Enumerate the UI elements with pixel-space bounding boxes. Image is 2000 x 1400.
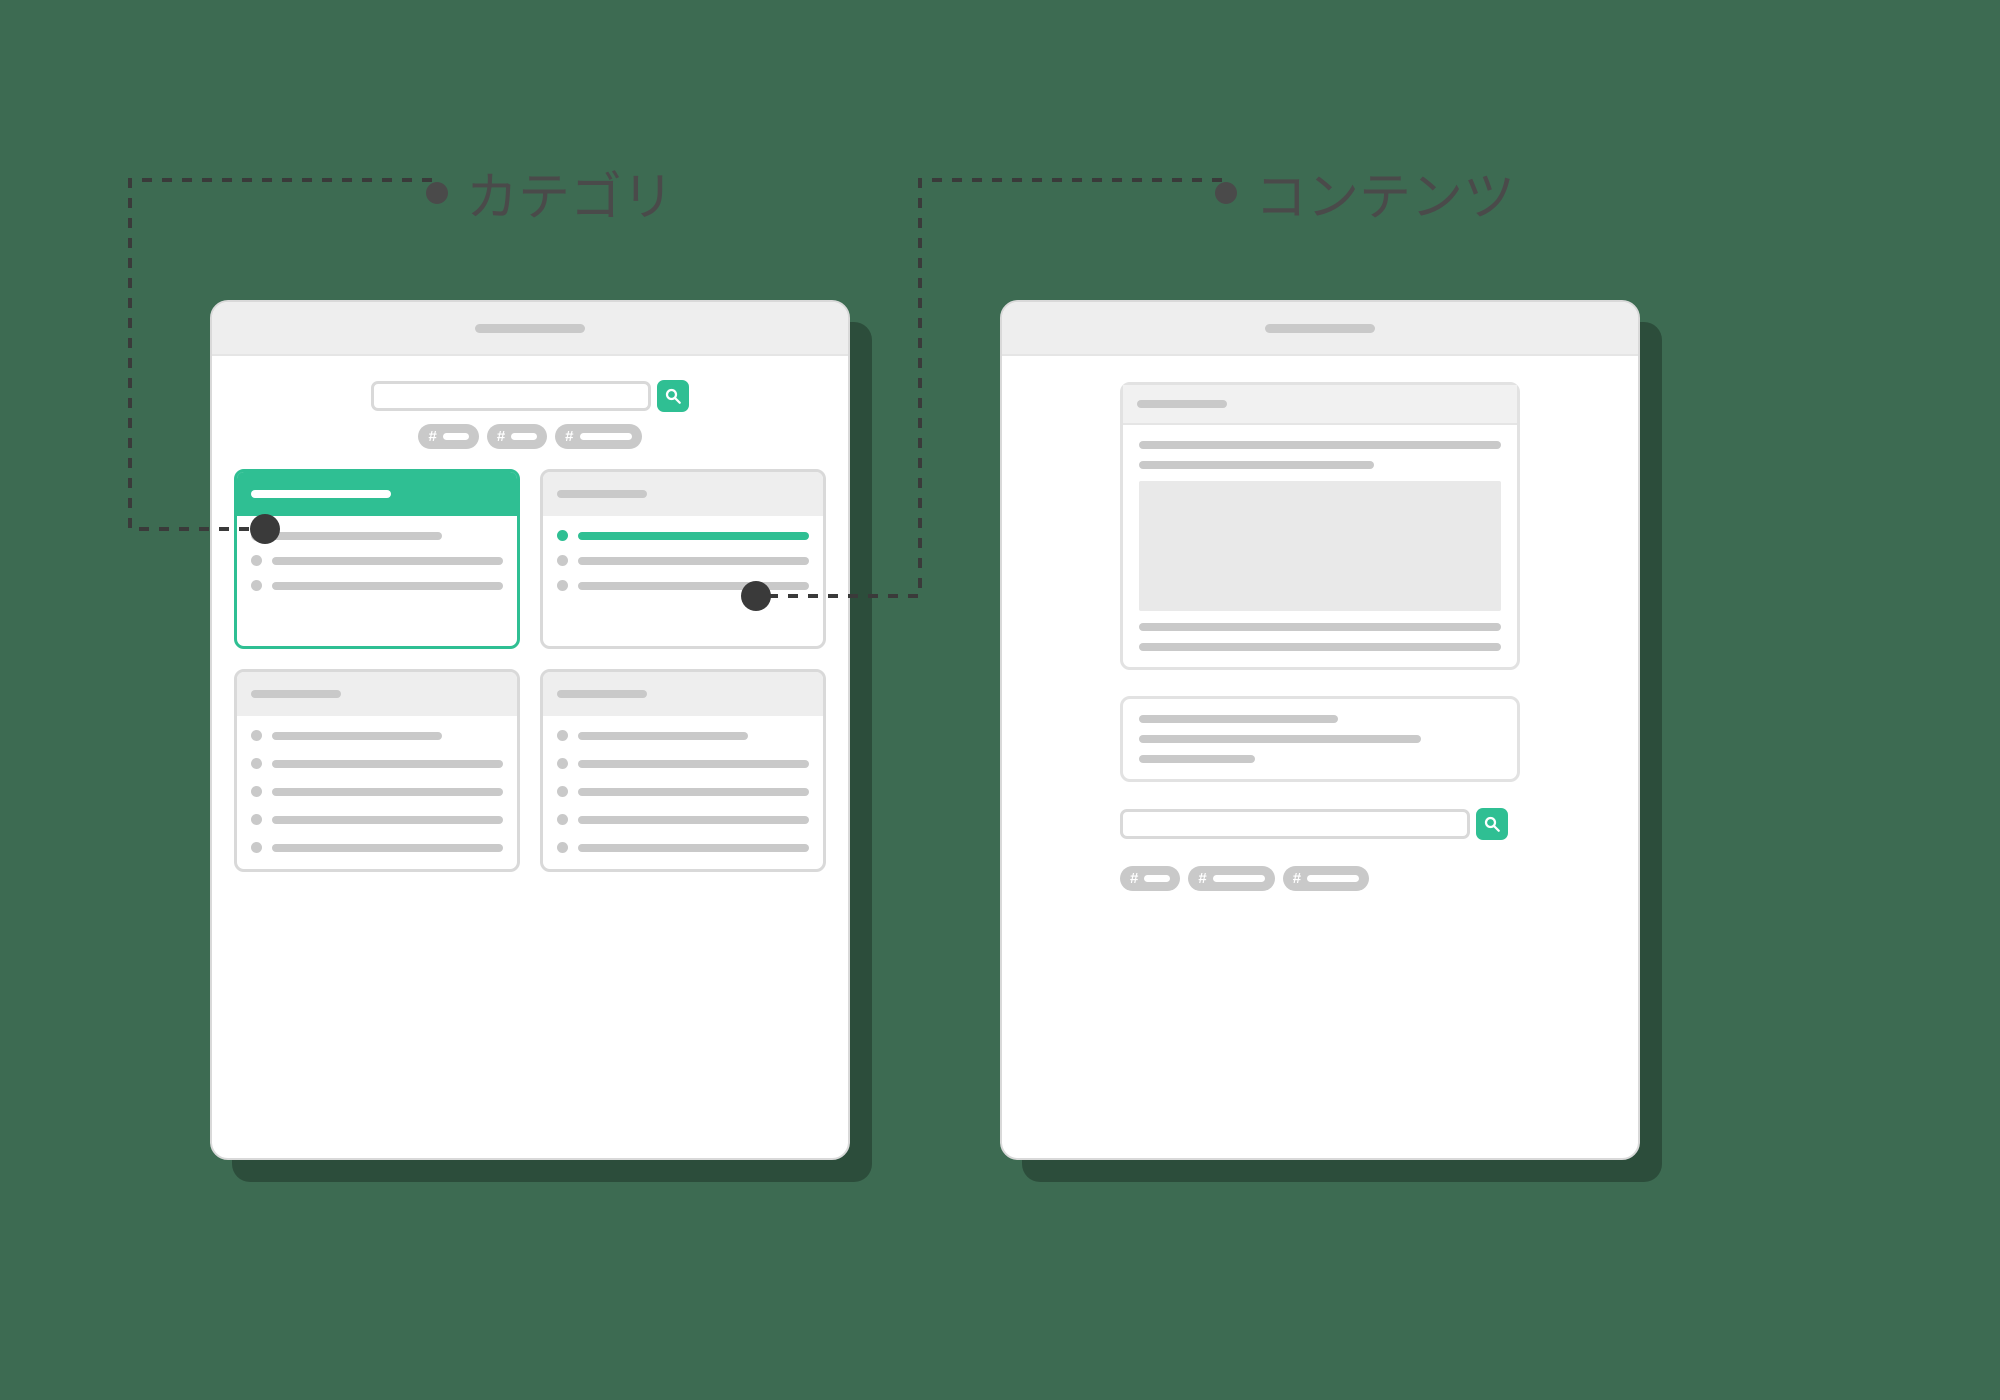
search-container bbox=[371, 380, 689, 412]
bullet-icon bbox=[251, 555, 262, 566]
bullet-icon bbox=[251, 758, 262, 769]
card-header bbox=[543, 672, 823, 716]
tag-row: # # # bbox=[234, 424, 826, 449]
category-card-active[interactable] bbox=[234, 469, 520, 649]
bullet-icon bbox=[251, 786, 262, 797]
tag-row: # # # bbox=[1120, 866, 1520, 891]
speaker-icon bbox=[475, 324, 585, 333]
card-header bbox=[237, 672, 517, 716]
device-status-bar bbox=[1002, 302, 1638, 356]
tag-chip[interactable]: # bbox=[1283, 866, 1369, 891]
list-item[interactable] bbox=[557, 786, 809, 797]
panel-header bbox=[1123, 385, 1517, 425]
bullet-icon bbox=[557, 555, 568, 566]
search-input[interactable] bbox=[371, 381, 651, 411]
search-button[interactable] bbox=[1476, 808, 1508, 840]
search-icon bbox=[664, 387, 682, 405]
list-item[interactable] bbox=[251, 730, 503, 741]
bullet-icon bbox=[557, 758, 568, 769]
bullet-icon bbox=[557, 814, 568, 825]
list-item[interactable] bbox=[557, 758, 809, 769]
list-item[interactable] bbox=[251, 758, 503, 769]
content-label: コンテンツ bbox=[1215, 155, 1515, 230]
bullet-icon bbox=[251, 530, 262, 541]
bullet-icon bbox=[557, 530, 568, 541]
search-container bbox=[1120, 808, 1520, 840]
category-card[interactable] bbox=[234, 669, 520, 872]
content-device-frame: # # # bbox=[1000, 300, 1640, 1160]
bullet-icon bbox=[1215, 182, 1237, 204]
list-item[interactable] bbox=[251, 555, 503, 566]
bullet-icon bbox=[251, 730, 262, 741]
text-line bbox=[1139, 715, 1338, 723]
list-item[interactable] bbox=[557, 555, 809, 566]
bullet-icon bbox=[557, 730, 568, 741]
list-item[interactable] bbox=[251, 786, 503, 797]
text-line bbox=[1139, 441, 1501, 449]
text-line bbox=[1139, 461, 1374, 469]
list-item[interactable] bbox=[251, 814, 503, 825]
list-item[interactable] bbox=[557, 580, 809, 591]
list-item[interactable] bbox=[251, 530, 503, 541]
speaker-icon bbox=[1265, 324, 1375, 333]
text-line bbox=[1139, 623, 1501, 631]
category-grid bbox=[234, 469, 826, 872]
list-item[interactable] bbox=[557, 730, 809, 741]
search-button[interactable] bbox=[657, 380, 689, 412]
list-item[interactable] bbox=[557, 842, 809, 853]
category-card[interactable] bbox=[540, 469, 826, 649]
tag-chip[interactable]: # bbox=[487, 424, 547, 449]
bullet-icon bbox=[251, 580, 262, 591]
article-panel bbox=[1120, 382, 1520, 670]
text-line bbox=[1139, 735, 1421, 743]
bullet-icon bbox=[251, 842, 262, 853]
card-header bbox=[543, 472, 823, 516]
search-icon bbox=[1483, 815, 1501, 833]
device-status-bar bbox=[212, 302, 848, 356]
category-card[interactable] bbox=[540, 669, 826, 872]
search-input[interactable] bbox=[1120, 809, 1470, 839]
text-line bbox=[1139, 755, 1255, 763]
tag-chip[interactable]: # bbox=[1120, 866, 1180, 891]
category-label: カテゴリ bbox=[426, 155, 674, 230]
tag-chip[interactable]: # bbox=[418, 424, 478, 449]
bullet-icon bbox=[557, 786, 568, 797]
bullet-icon bbox=[557, 580, 568, 591]
list-item[interactable] bbox=[251, 842, 503, 853]
image-placeholder bbox=[1139, 481, 1501, 611]
tag-chip[interactable]: # bbox=[555, 424, 641, 449]
category-label-text: カテゴリ bbox=[466, 155, 674, 230]
bullet-icon bbox=[426, 182, 448, 204]
list-item-highlighted[interactable] bbox=[557, 530, 809, 541]
bullet-icon bbox=[557, 842, 568, 853]
bullet-icon bbox=[251, 814, 262, 825]
text-line bbox=[1139, 643, 1501, 651]
list-item[interactable] bbox=[251, 580, 503, 591]
category-device-frame: # # # bbox=[210, 300, 850, 1160]
card-header bbox=[237, 472, 517, 516]
summary-panel bbox=[1120, 696, 1520, 782]
content-label-text: コンテンツ bbox=[1255, 155, 1515, 230]
list-item[interactable] bbox=[557, 814, 809, 825]
tag-chip[interactable]: # bbox=[1188, 866, 1274, 891]
